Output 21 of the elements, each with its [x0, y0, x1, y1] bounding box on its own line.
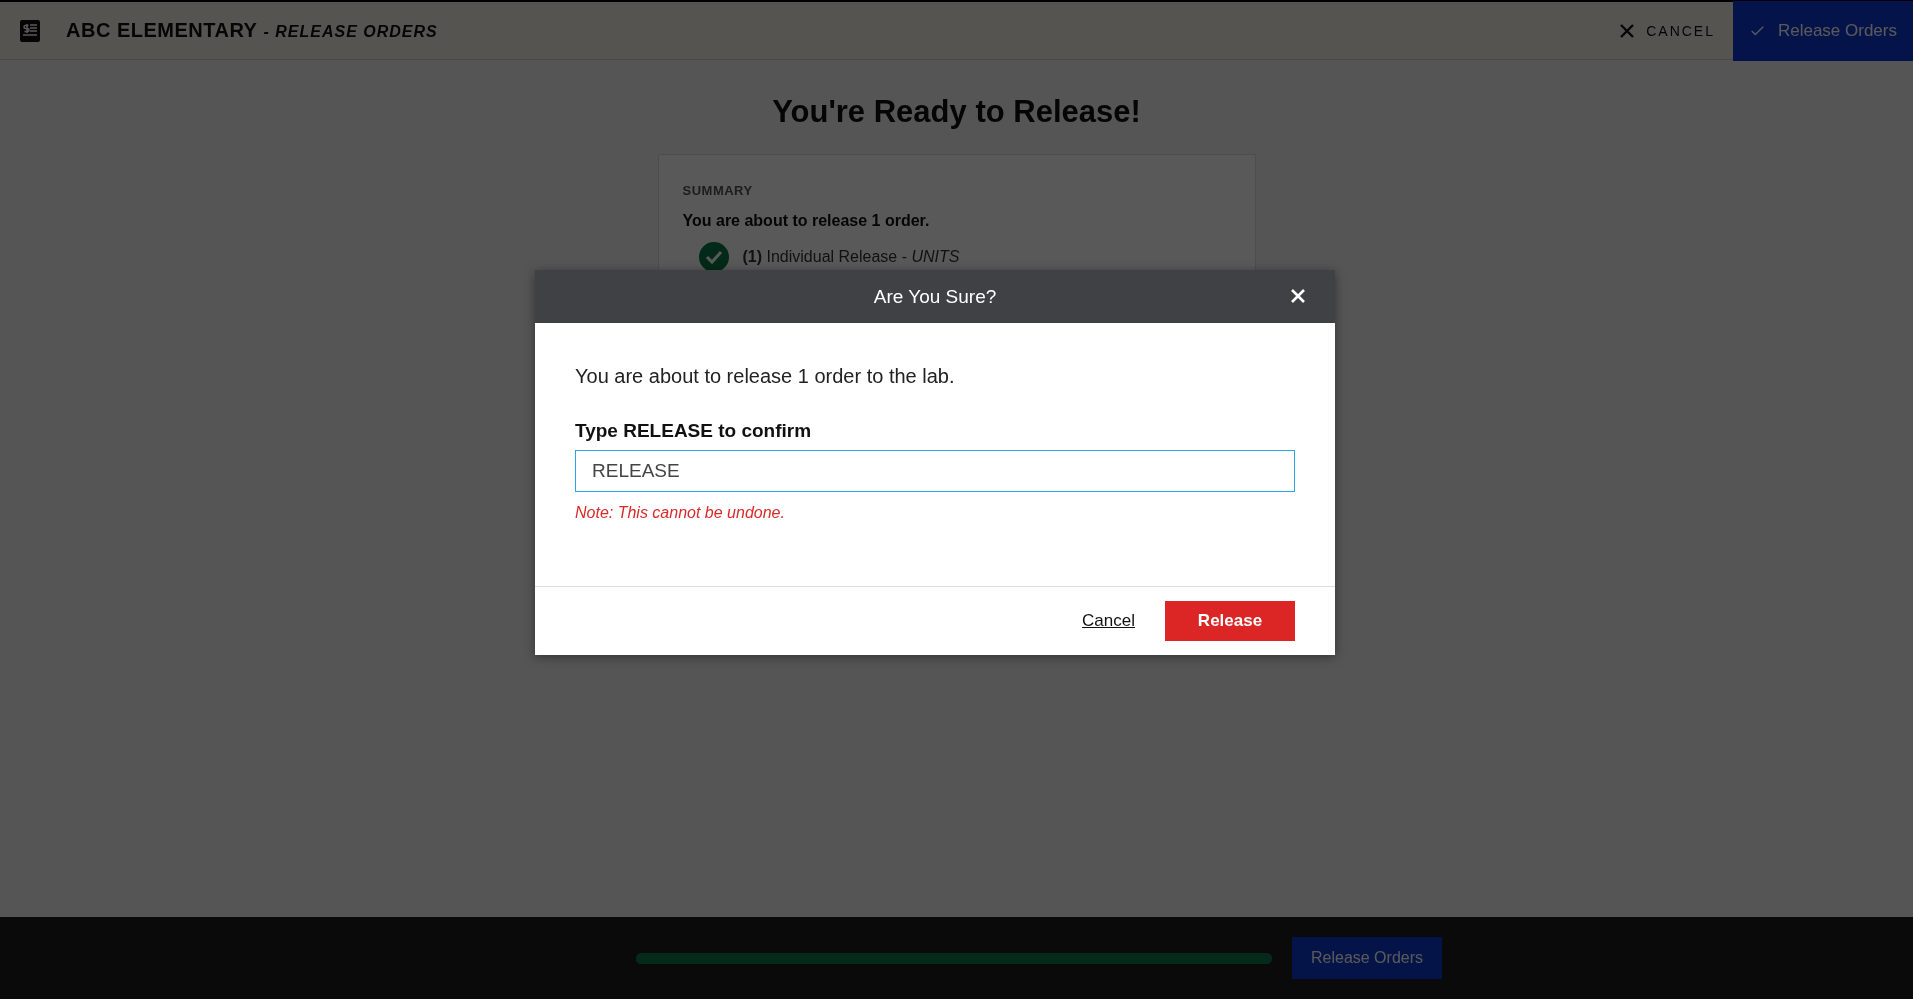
release-orders-button[interactable]: Release Orders	[1292, 937, 1442, 979]
dialog-message: You are about to release 1 order to the lab.	[575, 365, 956, 388]
summary-text: You are about to release 1 order.	[682, 212, 931, 230]
close-icon	[1291, 289, 1305, 303]
check-icon	[1751, 23, 1764, 38]
cancel-link[interactable]: Cancel	[1082, 611, 1135, 631]
field-label: Type RELEASE to confirm	[575, 420, 813, 442]
warning-note: Note: This cannot be undone.	[575, 504, 786, 522]
release-button[interactable]: Release	[1165, 601, 1295, 641]
release-orders-button[interactable]: Release Orders	[1733, 0, 1913, 61]
close-button[interactable]	[1291, 289, 1305, 303]
close-icon	[1620, 23, 1635, 38]
page-subtitle: - RELEASE ORDERS	[263, 23, 438, 41]
invoice-icon	[20, 19, 40, 42]
dialog-title: Are You Sure?	[873, 285, 997, 308]
school-title: ABC ELEMENTARY	[66, 19, 258, 42]
summary-label: SUMMARY	[682, 183, 754, 198]
cancel-button[interactable]: CANCEL	[1602, 2, 1733, 59]
summary-item: (1) Individual Release - UNITS	[742, 248, 960, 266]
confirm-input-field[interactable]: RELEASE	[575, 450, 1295, 492]
page-heading: You're Ready to Release!	[772, 94, 1141, 130]
